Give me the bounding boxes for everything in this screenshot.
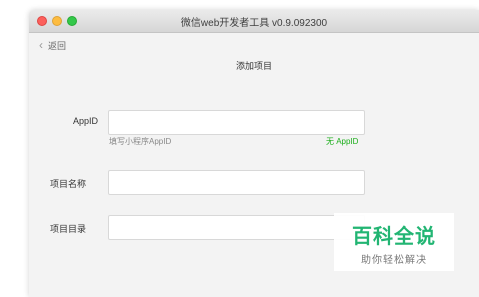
back-label: 返回	[48, 40, 67, 51]
watermark-logo: 百科全说 助你轻松解决	[334, 213, 454, 271]
project-dir-label: 项目目录	[49, 224, 86, 234]
no-appid-link[interactable]: 无 AppID	[326, 136, 358, 147]
chevron-left-icon: ‹	[39, 38, 43, 52]
title-bar: 微信web开发者工具 v0.9.092300	[29, 10, 479, 33]
appid-input[interactable]	[108, 110, 365, 135]
watermark-title: 百科全说	[352, 226, 436, 248]
project-name-label: 项目名称	[49, 179, 86, 189]
back-button[interactable]: ‹ 返回	[39, 38, 66, 52]
window-title: 微信web开发者工具 v0.9.092300	[180, 18, 328, 29]
project-dir-input[interactable]	[108, 215, 365, 240]
watermark-subtitle: 助你轻松解决	[361, 255, 427, 266]
appid-label: AppID	[72, 116, 98, 126]
appid-hint: 填写小程序AppID	[109, 137, 172, 146]
project-name-input[interactable]	[108, 170, 365, 195]
page-title: 添加项目	[235, 61, 272, 71]
